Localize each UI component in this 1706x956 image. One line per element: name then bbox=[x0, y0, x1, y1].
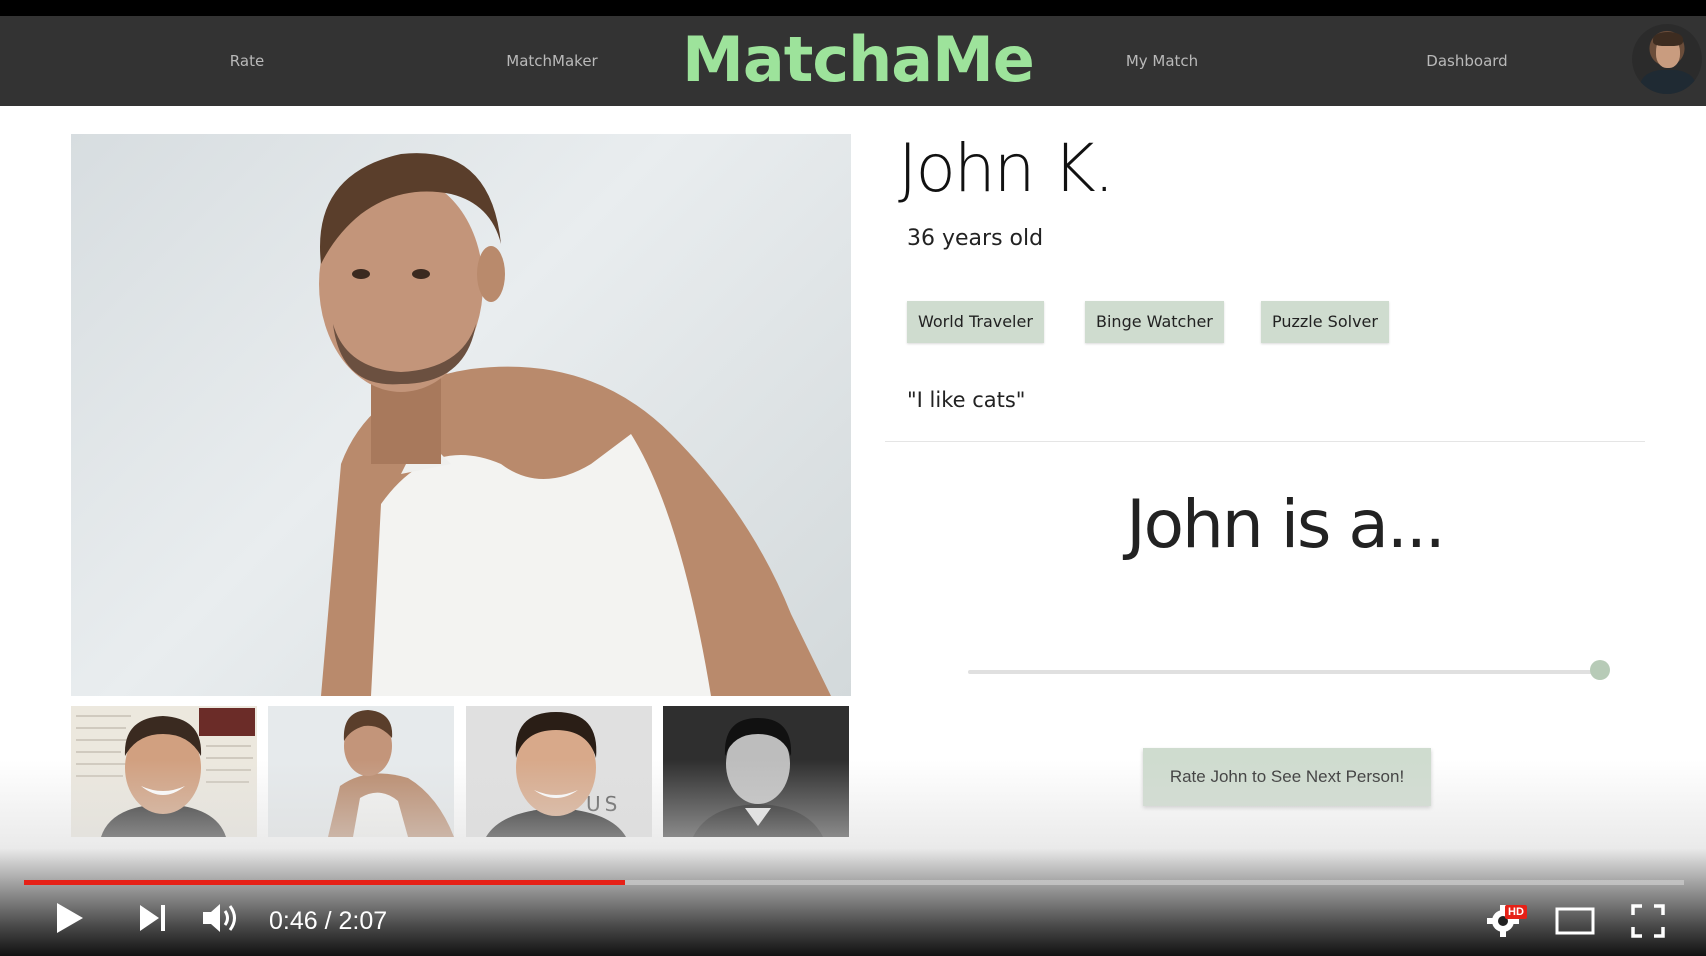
user-avatar[interactable] bbox=[1632, 24, 1702, 94]
video-progress-bar[interactable] bbox=[24, 880, 1684, 885]
top-black-bar bbox=[0, 0, 1706, 16]
rating-slider-track[interactable] bbox=[968, 670, 1600, 674]
brand-logo[interactable]: MatchaMe bbox=[682, 16, 1035, 106]
rating-slider-handle[interactable] bbox=[1590, 660, 1610, 680]
navbar: Rate MatchMaker MatchaMe My Match Dashbo… bbox=[0, 16, 1706, 106]
profile-age: 36 years old bbox=[907, 226, 1044, 251]
interest-tag-world-traveler[interactable]: World Traveler bbox=[907, 301, 1044, 343]
rating-heading: John is a... bbox=[1126, 486, 1446, 563]
hd-badge: HD bbox=[1505, 905, 1527, 919]
thumbnail-photo-1[interactable] bbox=[71, 706, 257, 837]
interest-tag-puzzle-solver[interactable]: Puzzle Solver bbox=[1261, 301, 1389, 343]
nav-link-my-match[interactable]: My Match bbox=[1126, 16, 1198, 106]
next-video-icon[interactable] bbox=[137, 900, 169, 940]
theater-mode-icon[interactable] bbox=[1555, 906, 1595, 940]
profile-name: John K. bbox=[898, 130, 1115, 207]
rate-next-person-button[interactable]: Rate John to See Next Person! bbox=[1143, 748, 1431, 806]
play-icon[interactable] bbox=[54, 900, 86, 940]
nav-link-matchmaker[interactable]: MatchMaker bbox=[506, 16, 597, 106]
thumbnail-photo-3[interactable]: US bbox=[466, 706, 652, 837]
interest-tag-binge-watcher[interactable]: Binge Watcher bbox=[1085, 301, 1224, 343]
svg-text:US: US bbox=[586, 792, 621, 816]
video-time-display: 0:46 / 2:07 bbox=[269, 907, 388, 935]
main-profile-photo bbox=[71, 134, 851, 696]
profile-page: US John K. 36 years old World Traveler B… bbox=[0, 106, 1706, 956]
profile-quote: "I like cats" bbox=[907, 388, 1026, 412]
fullscreen-icon[interactable] bbox=[1631, 904, 1665, 942]
section-divider bbox=[885, 441, 1645, 442]
nav-link-rate[interactable]: Rate bbox=[230, 16, 264, 106]
nav-link-dashboard[interactable]: Dashboard bbox=[1426, 16, 1507, 106]
video-progress-played bbox=[24, 880, 625, 885]
volume-icon[interactable] bbox=[201, 900, 243, 940]
thumbnail-photo-4[interactable] bbox=[663, 706, 849, 837]
thumbnail-photo-2[interactable] bbox=[268, 706, 454, 837]
